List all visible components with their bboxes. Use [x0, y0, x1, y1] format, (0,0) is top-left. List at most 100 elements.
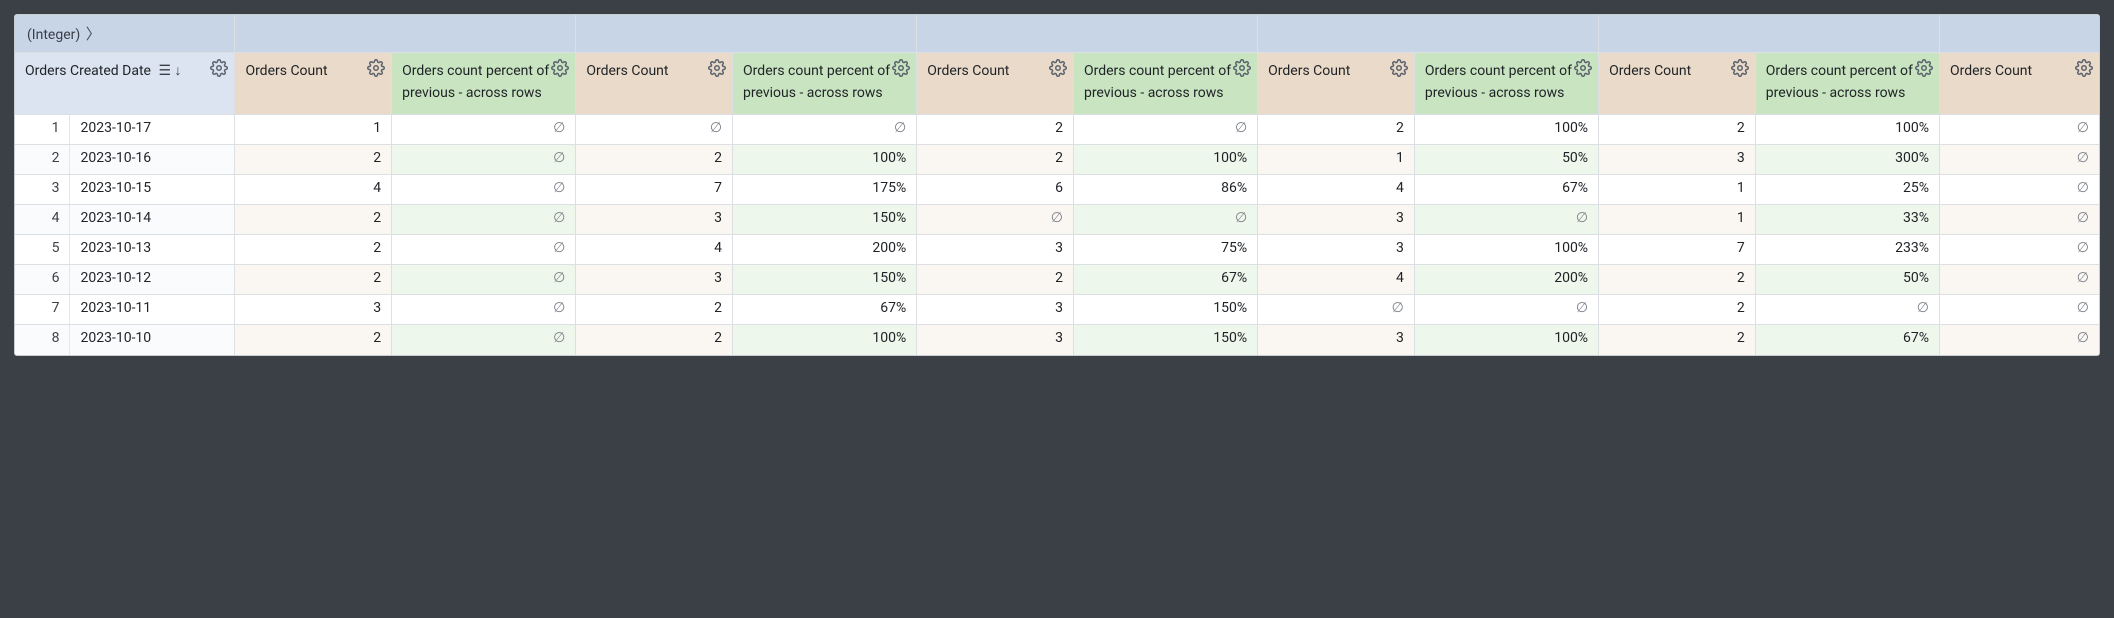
cell-percent[interactable]: 33%	[1755, 205, 1939, 235]
cell-percent[interactable]: ∅	[392, 235, 576, 265]
cell-date[interactable]: 2023-10-10	[70, 325, 235, 355]
cell-percent[interactable]: ∅	[1755, 295, 1939, 325]
cell-percent[interactable]: 300%	[1755, 145, 1939, 175]
cell-count[interactable]: 2	[235, 205, 392, 235]
cell-percent[interactable]: ∅	[392, 115, 576, 145]
cell-count[interactable]: 3	[1258, 325, 1415, 355]
cell-count[interactable]: 3	[1599, 145, 1756, 175]
cell-count[interactable]: 3	[917, 325, 1074, 355]
cell-percent[interactable]: 67%	[1414, 175, 1598, 205]
gear-icon[interactable]	[2075, 59, 2093, 77]
cell-percent[interactable]: 150%	[1073, 325, 1257, 355]
cell-count[interactable]: 1	[1258, 145, 1415, 175]
cell-percent[interactable]: 100%	[1073, 145, 1257, 175]
cell-count[interactable]: ∅	[576, 115, 733, 145]
cell-count[interactable]: 2	[576, 325, 733, 355]
gear-icon[interactable]	[1049, 59, 1067, 77]
cell-percent[interactable]: 150%	[733, 205, 917, 235]
cell-percent[interactable]: ∅	[392, 265, 576, 295]
cell-count[interactable]: 1	[235, 115, 392, 145]
cell-percent[interactable]: 100%	[1414, 235, 1598, 265]
cell-count[interactable]: ∅	[917, 205, 1074, 235]
cell-count[interactable]: ∅	[1939, 115, 2099, 145]
cell-count[interactable]: 3	[917, 295, 1074, 325]
cell-date[interactable]: 2023-10-11	[70, 295, 235, 325]
cell-count[interactable]: 1	[1599, 175, 1756, 205]
cell-count[interactable]: 2	[235, 325, 392, 355]
cell-percent[interactable]: 150%	[733, 265, 917, 295]
column-header-count[interactable]: Orders Count	[1258, 53, 1415, 115]
gear-icon[interactable]	[1915, 59, 1933, 77]
column-header-percent[interactable]: Orders count percent of previous - acros…	[733, 53, 917, 115]
cell-count[interactable]: 4	[235, 175, 392, 205]
cell-date[interactable]: 2023-10-13	[70, 235, 235, 265]
column-header-count[interactable]: Orders Count	[1939, 53, 2099, 115]
cell-percent[interactable]: 150%	[1073, 295, 1257, 325]
cell-percent[interactable]: 75%	[1073, 235, 1257, 265]
cell-count[interactable]: ∅	[1939, 265, 2099, 295]
gear-icon[interactable]	[367, 59, 385, 77]
cell-percent[interactable]: 100%	[733, 145, 917, 175]
cell-count[interactable]: 2	[917, 115, 1074, 145]
cell-percent[interactable]: ∅	[1073, 115, 1257, 145]
cell-count[interactable]: 1	[1599, 205, 1756, 235]
cell-count[interactable]: 2	[917, 145, 1074, 175]
group-header-integer[interactable]: (Integer) 〉	[15, 15, 235, 53]
gear-icon[interactable]	[892, 59, 910, 77]
cell-date[interactable]: 2023-10-17	[70, 115, 235, 145]
gear-icon[interactable]	[210, 59, 228, 77]
cell-percent[interactable]: 25%	[1755, 175, 1939, 205]
cell-count[interactable]: 3	[917, 235, 1074, 265]
gear-icon[interactable]	[1390, 59, 1408, 77]
column-header-count[interactable]: Orders Count	[235, 53, 392, 115]
gear-icon[interactable]	[1233, 59, 1251, 77]
cell-percent[interactable]: ∅	[392, 325, 576, 355]
cell-date[interactable]: 2023-10-12	[70, 265, 235, 295]
cell-percent[interactable]: 200%	[733, 235, 917, 265]
cell-percent[interactable]: ∅	[1414, 205, 1598, 235]
cell-percent[interactable]: 67%	[1755, 325, 1939, 355]
cell-percent[interactable]: 50%	[1755, 265, 1939, 295]
cell-percent[interactable]: ∅	[392, 295, 576, 325]
column-header-percent[interactable]: Orders count percent of previous - acros…	[1755, 53, 1939, 115]
gear-icon[interactable]	[1574, 59, 1592, 77]
cell-percent[interactable]: 200%	[1414, 265, 1598, 295]
cell-percent[interactable]: ∅	[392, 145, 576, 175]
cell-percent[interactable]: 100%	[1414, 115, 1598, 145]
gear-icon[interactable]	[551, 59, 569, 77]
cell-count[interactable]: 3	[235, 295, 392, 325]
cell-count[interactable]: 2	[576, 295, 733, 325]
cell-percent[interactable]: 67%	[1073, 265, 1257, 295]
column-header-count[interactable]: Orders Count	[576, 53, 733, 115]
cell-count[interactable]: 3	[1258, 235, 1415, 265]
cell-percent[interactable]: 67%	[733, 295, 917, 325]
column-header-date[interactable]: Orders Created Date ☰ ↓	[15, 53, 235, 115]
cell-count[interactable]: 2	[235, 265, 392, 295]
cell-count[interactable]: ∅	[1258, 295, 1415, 325]
cell-count[interactable]: 4	[576, 235, 733, 265]
cell-count[interactable]: 2	[1258, 115, 1415, 145]
cell-date[interactable]: 2023-10-16	[70, 145, 235, 175]
cell-count[interactable]: 3	[1258, 205, 1415, 235]
column-header-percent[interactable]: Orders count percent of previous - acros…	[1073, 53, 1257, 115]
cell-percent[interactable]: 50%	[1414, 145, 1598, 175]
cell-percent[interactable]: 86%	[1073, 175, 1257, 205]
cell-count[interactable]: 2	[1599, 325, 1756, 355]
cell-count[interactable]: 3	[576, 205, 733, 235]
column-header-count[interactable]: Orders Count	[1599, 53, 1756, 115]
cell-count[interactable]: 2	[235, 235, 392, 265]
cell-count[interactable]: 2	[235, 145, 392, 175]
cell-percent[interactable]: ∅	[1073, 205, 1257, 235]
cell-date[interactable]: 2023-10-15	[70, 175, 235, 205]
cell-count[interactable]: 2	[576, 145, 733, 175]
cell-count[interactable]: 3	[576, 265, 733, 295]
cell-percent[interactable]: 100%	[1755, 115, 1939, 145]
cell-count[interactable]: 6	[917, 175, 1074, 205]
cell-count[interactable]: ∅	[1939, 235, 2099, 265]
cell-percent[interactable]: ∅	[1414, 295, 1598, 325]
cell-count[interactable]: ∅	[1939, 295, 2099, 325]
cell-count[interactable]: 4	[1258, 265, 1415, 295]
cell-count[interactable]: ∅	[1939, 145, 2099, 175]
gear-icon[interactable]	[708, 59, 726, 77]
cell-count[interactable]: 7	[576, 175, 733, 205]
